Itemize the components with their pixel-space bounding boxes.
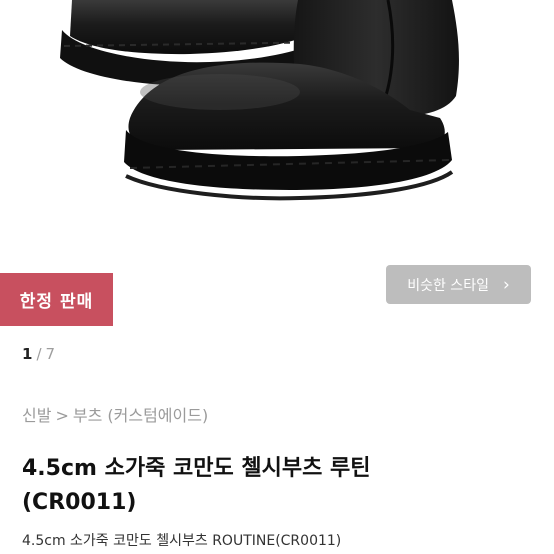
- pager-current: 1: [22, 345, 33, 363]
- breadcrumb-subcategory[interactable]: 부츠 (커스텀에이드): [73, 406, 208, 425]
- image-pager: 1/7: [22, 345, 55, 363]
- similar-style-button[interactable]: 비슷한 스타일 ›: [386, 265, 531, 304]
- pager-separator: /: [36, 345, 42, 363]
- similar-style-label: 비슷한 스타일: [407, 277, 489, 294]
- pager-total: 7: [45, 345, 56, 363]
- product-title: 4.5cm 소가죽 코만도 첼시부츠 루틴 (CR0011): [22, 452, 527, 520]
- product-subtitle: 4.5cm 소가죽 코만도 첼시부츠 ROUTINE(CR0011): [22, 533, 342, 549]
- product-image[interactable]: [0, 0, 554, 262]
- product-title-line1: 4.5cm 소가죽 코만도 첼시부츠 루틴: [22, 456, 371, 481]
- breadcrumb-category[interactable]: 신발: [22, 406, 51, 425]
- breadcrumb: 신발 > 부츠 (커스텀에이드): [22, 402, 208, 426]
- chelsea-boots-photo: [60, 0, 459, 201]
- product-title-line2: (CR0011): [22, 490, 137, 515]
- limited-sale-badge: 한정 판매: [0, 273, 113, 326]
- breadcrumb-arrow: >: [55, 406, 69, 425]
- chevron-right-icon: ›: [502, 274, 510, 295]
